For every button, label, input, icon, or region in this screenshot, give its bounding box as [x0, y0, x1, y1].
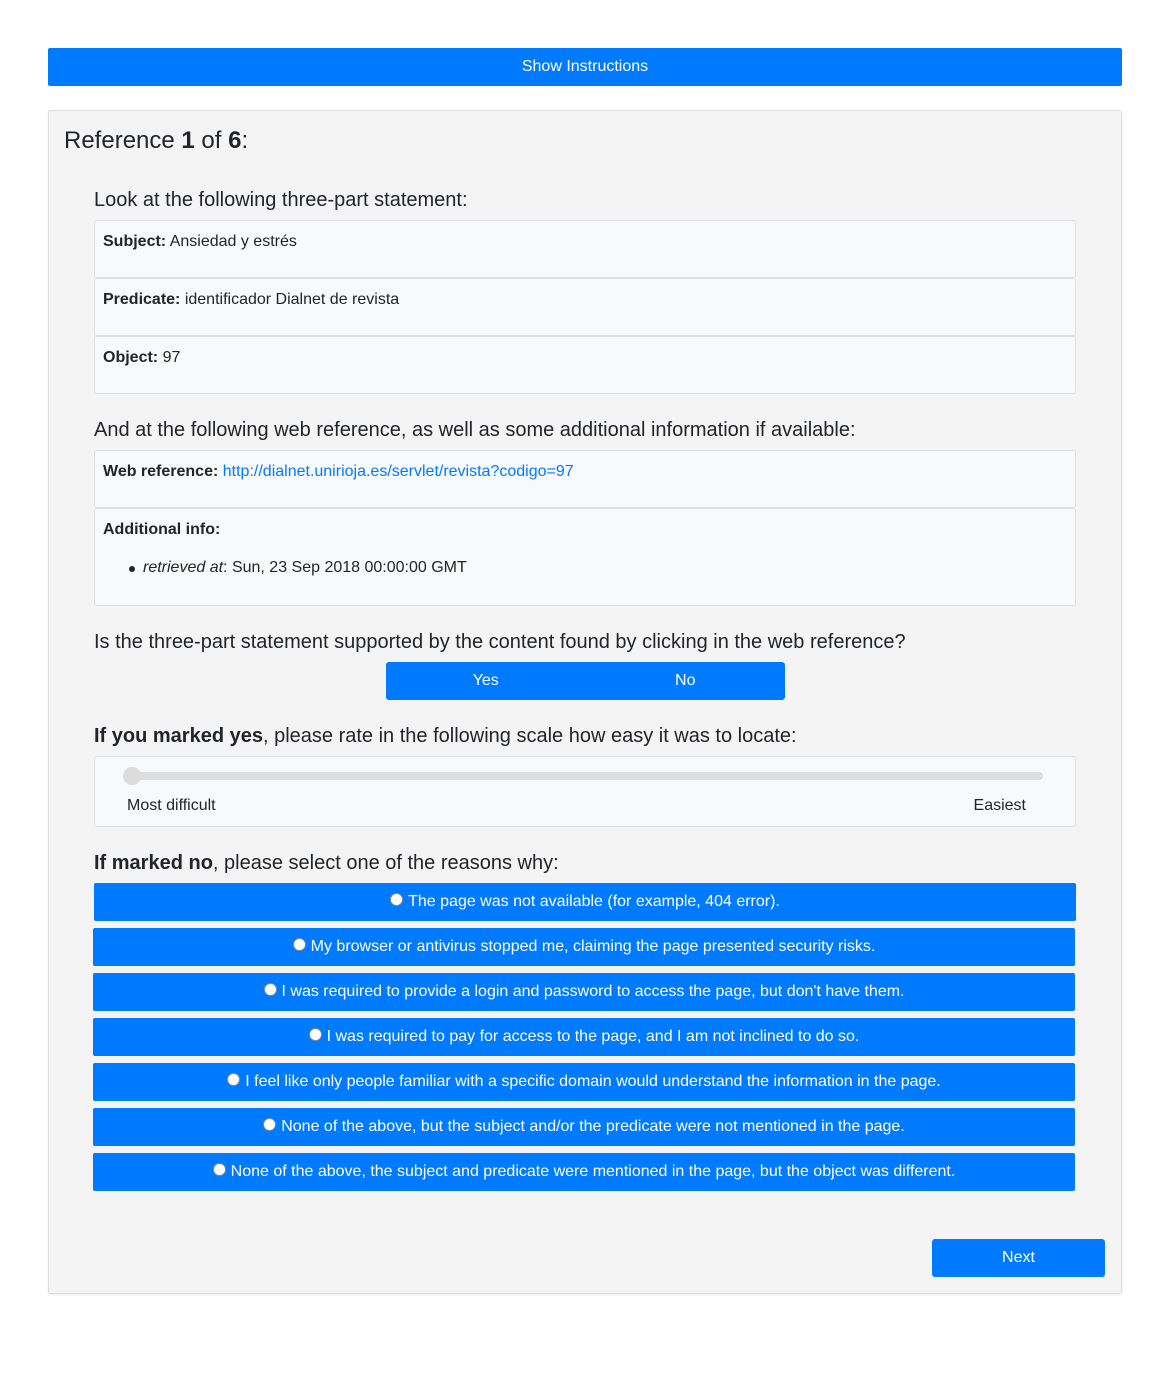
web-reference-box: Web reference: http://dialnet.unirioja.e… — [94, 450, 1076, 508]
yes-no-button-group: Yes No — [386, 662, 785, 700]
reason-option[interactable]: None of the above, but the subject and/o… — [93, 1108, 1075, 1146]
radio-button[interactable] — [263, 1117, 277, 1131]
slider-max-label: Easiest — [973, 797, 1026, 814]
web-reference-label: Web reference: — [103, 463, 219, 480]
ease-rating-slider-box: Most difficult Easiest — [94, 756, 1076, 827]
radio-button[interactable] — [292, 937, 306, 951]
radio-button[interactable] — [308, 1027, 322, 1041]
reason-label: The page was not available (for example,… — [408, 893, 780, 910]
statement-intro: Look at the following three-part stateme… — [94, 189, 468, 211]
reason-option[interactable]: None of the above, the subject and predi… — [93, 1153, 1075, 1191]
next-button[interactable]: Next — [932, 1239, 1105, 1277]
slider-thumb[interactable] — [123, 767, 141, 785]
reason-option[interactable]: I was required to provide a login and pa… — [93, 973, 1075, 1011]
radio-button[interactable] — [390, 892, 404, 906]
slider-track[interactable] — [127, 772, 1043, 780]
slider-min-label: Most difficult — [127, 797, 216, 814]
title-of: of — [194, 127, 229, 154]
additional-info-value: : Sun, 23 Sep 2018 00:00:00 GMT — [223, 559, 467, 576]
reason-option[interactable]: I feel like only people familiar with a … — [93, 1063, 1075, 1101]
yes-button[interactable]: Yes — [386, 662, 586, 700]
reason-option[interactable]: The page was not available (for example,… — [94, 883, 1076, 921]
reference-title: Reference 1 of 6: — [64, 126, 248, 156]
list-item: retrieved at: Sun, 23 Sep 2018 00:00:00 … — [129, 558, 1067, 578]
no-button[interactable]: No — [585, 662, 785, 700]
radio-button[interactable] — [212, 1162, 226, 1176]
object-box: Object: 97 — [94, 336, 1076, 394]
radio-button[interactable] — [227, 1072, 241, 1086]
title-prefix: Reference — [64, 127, 182, 154]
reason-label: I was required to pay for access to the … — [326, 1028, 860, 1045]
rating-prompt: If you marked yes, please rate in the fo… — [94, 723, 797, 749]
web-reference-link[interactable]: http://dialnet.unirioja.es/servlet/revis… — [223, 463, 574, 480]
web-reference-intro: And at the following web reference, as w… — [94, 419, 856, 441]
reasons-prompt: If marked no, please select one of the r… — [94, 850, 559, 876]
reason-option[interactable]: I was required to pay for access to the … — [93, 1018, 1075, 1056]
object-label: Object: — [103, 349, 159, 366]
additional-info-list: retrieved at: Sun, 23 Sep 2018 00:00:00 … — [103, 558, 1067, 578]
reason-option[interactable]: My browser or antivirus stopped me, clai… — [93, 928, 1075, 966]
rating-prompt-rest: , please rate in the following scale how… — [262, 725, 797, 747]
show-instructions-button[interactable]: Show Instructions — [48, 48, 1122, 86]
predicate-value: identificador Dialnet de revista — [184, 291, 400, 308]
reason-label: I feel like only people familiar with a … — [245, 1073, 941, 1090]
title-suffix: : — [241, 127, 249, 154]
subject-value: Ansiedad y estrés — [169, 233, 297, 250]
radio-button[interactable] — [263, 982, 277, 996]
additional-info-key: retrieved at — [143, 559, 224, 576]
predicate-box: Predicate: identificador Dialnet de revi… — [94, 278, 1076, 336]
reason-label: None of the above, but the subject and/o… — [281, 1118, 905, 1135]
subject-label: Subject: — [103, 233, 167, 250]
predicate-label: Predicate: — [103, 291, 181, 308]
reason-label: I was required to provide a login and pa… — [281, 983, 905, 1000]
total-reference-count: 6 — [228, 127, 242, 154]
reason-label: My browser or antivirus stopped me, clai… — [310, 938, 876, 955]
current-reference-number: 1 — [181, 127, 195, 154]
reason-label: None of the above, the subject and predi… — [230, 1163, 956, 1180]
subject-box: Subject: Ansiedad y estrés — [94, 220, 1076, 278]
reasons-prompt-rest: , please select one of the reasons why: — [212, 852, 559, 874]
rating-prompt-bold: If you marked yes — [94, 725, 263, 747]
reasons-prompt-bold: If marked no — [94, 852, 213, 874]
reference-card: Reference 1 of 6: Look at the following … — [48, 110, 1122, 1294]
object-value: 97 — [162, 349, 181, 366]
support-question: Is the three-part statement supported by… — [94, 631, 906, 653]
additional-info-label: Additional info: — [103, 521, 221, 538]
additional-info-box: Additional info: retrieved at: Sun, 23 S… — [94, 508, 1076, 606]
